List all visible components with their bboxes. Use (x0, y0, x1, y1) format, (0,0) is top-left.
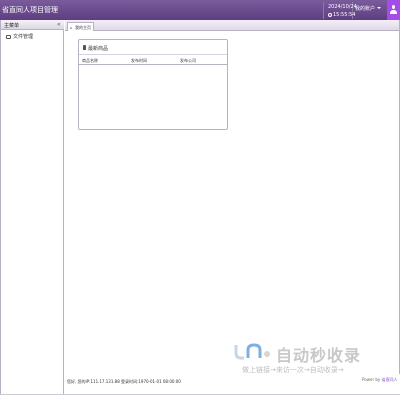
sidebar-item-label: 文件管理 (13, 34, 34, 40)
footer-credit-prefix: Power by (362, 377, 381, 382)
sidebar-title: 主菜单 (4, 23, 20, 29)
time-row: 15:55:54 (328, 12, 355, 18)
panel-divider (79, 54, 227, 55)
sidebar-header: 主菜单 « (1, 20, 64, 30)
home-icon: ⌂ (70, 25, 73, 30)
user-button[interactable] (387, 0, 400, 20)
latest-products-panel: 最新商品 商品名称 发布时间 发布公司 (78, 39, 228, 130)
panel-title: 最新商品 (88, 46, 109, 52)
content-area: 最新商品 商品名称 发布时间 发布公司 (65, 32, 399, 394)
panel-header: 最新商品 (79, 40, 227, 55)
footer-credit: Power by 省直同人 (362, 377, 398, 383)
watermark-logo (234, 343, 270, 360)
datetime-display: 2024/10/24 15:55:54 (323, 2, 357, 19)
main-area: ⌂ 我的主页 最新商品 商品名称 发布时间 发布公司 (65, 20, 400, 394)
app-title: 省直同人项目管理 (2, 6, 58, 14)
footer-login-info: 您好, 您的IP:111.17.131.88 登录时间:1970-01-01 0… (67, 379, 181, 384)
download-icon (83, 45, 86, 50)
sidebar: 主菜单 « 文件管理 (0, 20, 64, 394)
footer-credit-link[interactable]: 省直同人 (382, 377, 398, 382)
user-icon (392, 5, 395, 9)
account-menu[interactable]: 我的账户 (355, 5, 382, 12)
tab-bar: ⌂ 我的主页 (65, 20, 399, 31)
watermark-title: 自动秒收录 (276, 346, 362, 365)
top-header: 省直同人项目管理 2024/10/24 15:55:54 我的账户 (0, 0, 400, 20)
tab-label: 我的主页 (75, 25, 91, 30)
collapse-icon[interactable]: « (57, 21, 61, 28)
bottom-bar (0, 394, 400, 400)
account-label: 我的账户 (355, 6, 376, 12)
user-icon-body (390, 10, 397, 14)
date-text: 2024/10/24 (328, 4, 357, 10)
table-header-divider (79, 64, 227, 65)
footer: 您好, 您的IP:111.17.131.88 登录时间:1970-01-01 0… (65, 374, 400, 394)
clock-icon (328, 13, 332, 17)
tab-home[interactable]: ⌂ 我的主页 (67, 22, 94, 31)
folder-icon (6, 35, 11, 39)
sidebar-item-file-management[interactable]: 文件管理 (1, 31, 64, 41)
time-text: 15:55:54 (333, 12, 356, 18)
chevron-down-icon (377, 7, 382, 9)
